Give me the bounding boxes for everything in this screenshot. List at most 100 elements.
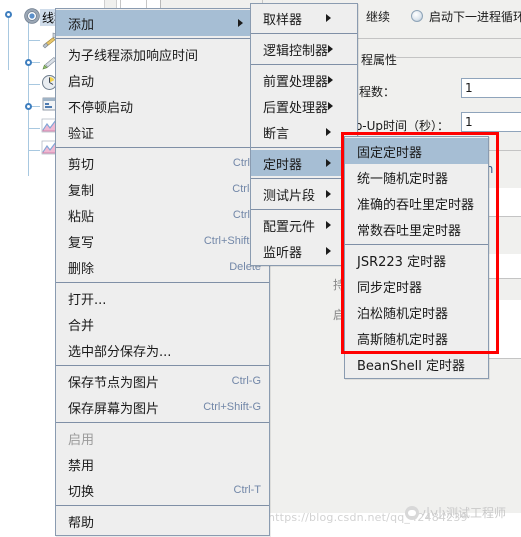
menu-item-启动[interactable]: 启动	[56, 67, 269, 93]
submenu-arrow-icon	[328, 45, 351, 53]
menu-item-label: 统一随机定时器	[357, 171, 449, 187]
menu-item-切换[interactable]: 切换 Ctrl-T	[56, 477, 269, 503]
group-frame-line	[393, 57, 521, 58]
menu-item-保存屏幕为图片[interactable]: 保存屏幕为图片 Ctrl+Shift-G	[56, 394, 269, 420]
menu-item-为子线程添加响应时间[interactable]: 为子线程添加响应时间	[56, 41, 269, 67]
menu-separator	[56, 422, 269, 423]
menu-item-添加[interactable]: 添加	[56, 10, 269, 36]
menu-item-准确的吞吐里定时器[interactable]: 准确的吞吐里定时器	[345, 190, 488, 216]
menu-item-label: 前置处理器	[263, 74, 329, 90]
menu-item-打开...[interactable]: 打开...	[56, 285, 269, 311]
menu-item-label: 粘贴	[68, 209, 95, 225]
timer-submenu[interactable]: 固定定时器统一随机定时器准确的吞吐里定时器常数吞吐里定时器 JSR223 定时器同…	[344, 136, 489, 379]
menu-separator	[251, 64, 357, 65]
menu-item-label: 复制	[68, 183, 95, 199]
menu-item-定时器[interactable]: 定时器	[251, 150, 357, 176]
tree-guide-line	[28, 128, 40, 129]
menu-item-断言[interactable]: 断言	[251, 119, 357, 145]
menu-item-label: 测试片段	[263, 188, 316, 204]
menu-item-配置元件[interactable]: 配置元件	[251, 212, 357, 238]
menu-item-高斯随机定时器[interactable]: 高斯随机定时器	[345, 325, 488, 351]
menu-separator	[251, 33, 357, 34]
menu-item-label: 同步定时器	[357, 280, 423, 296]
menu-item-泊松随机定时器[interactable]: 泊松随机定时器	[345, 299, 488, 325]
tree-expand-knob[interactable]	[5, 11, 12, 18]
menu-item-固定定时器[interactable]: 固定定时器	[345, 138, 488, 164]
menu-item-label: 删除	[68, 261, 95, 277]
watermark-brand-label: 小小测试工程师	[422, 506, 507, 520]
submenu-arrow-icon	[328, 102, 351, 110]
menu-item-监听器[interactable]: 监听器	[251, 238, 357, 264]
menu-item-label: 禁用	[68, 458, 95, 474]
menu-separator	[345, 244, 488, 245]
menu-item-label: 添加	[68, 17, 95, 33]
menu-item-复写[interactable]: 复写 Ctrl+Shift-C	[56, 228, 269, 254]
add-submenu[interactable]: 取样器逻辑控制器前置处理器后置处理器断言定时器测试片段配置元件监听器	[250, 3, 358, 266]
menu-item-label: 保存节点为图片	[68, 375, 160, 391]
submenu-arrow-icon	[326, 14, 349, 22]
menu-item-删除[interactable]: 删除 Delete	[56, 254, 269, 280]
menu-item-JSR223-定时器[interactable]: JSR223 定时器	[345, 247, 488, 273]
menu-separator	[251, 147, 357, 148]
continue-label: 继续	[366, 10, 391, 24]
menu-item-同步定时器[interactable]: 同步定时器	[345, 273, 488, 299]
menu-item-不停顿启动[interactable]: 不停顿启动	[56, 93, 269, 119]
menu-item-常数吞吐里定时器[interactable]: 常数吞吐里定时器	[345, 216, 488, 242]
menu-item-合并[interactable]: 合并	[56, 311, 269, 337]
menu-item-label: 取样器	[263, 12, 303, 28]
menu-item-label: 启用	[68, 432, 95, 448]
menu-item-启用: 启用	[56, 425, 269, 451]
menu-item-复制[interactable]: 复制 Ctrl-C	[56, 176, 269, 202]
menu-item-label: 启动	[68, 74, 95, 90]
menu-item-剪切[interactable]: 剪切 Ctrl-X	[56, 150, 269, 176]
menu-item-禁用[interactable]: 禁用	[56, 451, 269, 477]
start-next-loop-radio[interactable]	[411, 10, 423, 22]
menu-item-后置处理器[interactable]: 后置处理器	[251, 93, 357, 119]
menu-item-label: 为子线程添加响应时间	[68, 48, 199, 64]
tree-expand-knob[interactable]	[25, 59, 32, 66]
menu-item-shortcut: Ctrl+Shift-G	[203, 401, 261, 413]
menu-item-label: 配置元件	[263, 219, 316, 235]
menu-item-label: BeanShell 定时器	[357, 358, 465, 374]
start-next-loop-label: 启动下一进程循环	[429, 10, 521, 24]
menu-item-label: 高斯随机定时器	[357, 332, 449, 348]
menu-separator	[251, 178, 357, 179]
node-context-menu[interactable]: 添加 为子线程添加响应时间 启动 不停顿启动 验证 剪切 Ctrl-X 复制 Ctrl-C 粘贴 C…	[55, 8, 270, 536]
menu-item-取样器[interactable]: 取样器	[251, 5, 357, 31]
menu-item-保存节点为图片[interactable]: 保存节点为图片 Ctrl-G	[56, 368, 269, 394]
menu-item-粘贴[interactable]: 粘贴 Ctrl-V	[56, 202, 269, 228]
menu-separator	[56, 38, 269, 39]
menu-item-label: 剪切	[68, 157, 95, 173]
menu-item-label: 复写	[68, 235, 95, 251]
menu-item-label: 验证	[68, 126, 95, 142]
menu-item-label: 泊松随机定时器	[357, 306, 449, 322]
menu-item-label: JSR223 定时器	[357, 254, 447, 270]
menu-item-测试片段[interactable]: 测试片段	[251, 181, 357, 207]
menu-item-label: 监听器	[263, 245, 303, 261]
thread-count-input[interactable]: 1	[461, 78, 521, 98]
menu-item-逻辑控制器[interactable]: 逻辑控制器	[251, 36, 357, 62]
menu-item-label: 不停顿启动	[68, 100, 134, 116]
menu-item-label: 后置处理器	[263, 100, 329, 116]
menu-item-label: 帮助	[68, 515, 95, 531]
menu-item-帮助[interactable]: 帮助	[56, 508, 269, 534]
tree-guide-line	[28, 18, 29, 176]
menu-item-选中部分保存为...[interactable]: 选中部分保存为...	[56, 337, 269, 363]
menu-item-label: 准确的吞吐里定时器	[357, 197, 475, 213]
tree-guide-line	[28, 84, 40, 85]
menu-item-BeanShell-定时器[interactable]: BeanShell 定时器	[345, 351, 488, 377]
tree-expand-knob[interactable]	[25, 103, 32, 110]
jmeter-screenshot: 线程组	[0, 0, 521, 537]
menu-item-label: 打开...	[68, 292, 107, 308]
group-title: 程属性	[359, 51, 400, 68]
menu-item-统一随机定时器[interactable]: 统一随机定时器	[345, 164, 488, 190]
menu-separator	[251, 209, 357, 210]
tree-guide-line	[28, 40, 40, 41]
panel-edge	[0, 0, 1, 513]
menu-separator	[56, 505, 269, 506]
thread-count-label: 程数：	[359, 85, 396, 99]
menu-item-label: 逻辑控制器	[263, 43, 329, 59]
rampup-input[interactable]: 1	[461, 112, 521, 132]
menu-item-验证[interactable]: 验证	[56, 119, 269, 145]
menu-item-前置处理器[interactable]: 前置处理器	[251, 67, 357, 93]
